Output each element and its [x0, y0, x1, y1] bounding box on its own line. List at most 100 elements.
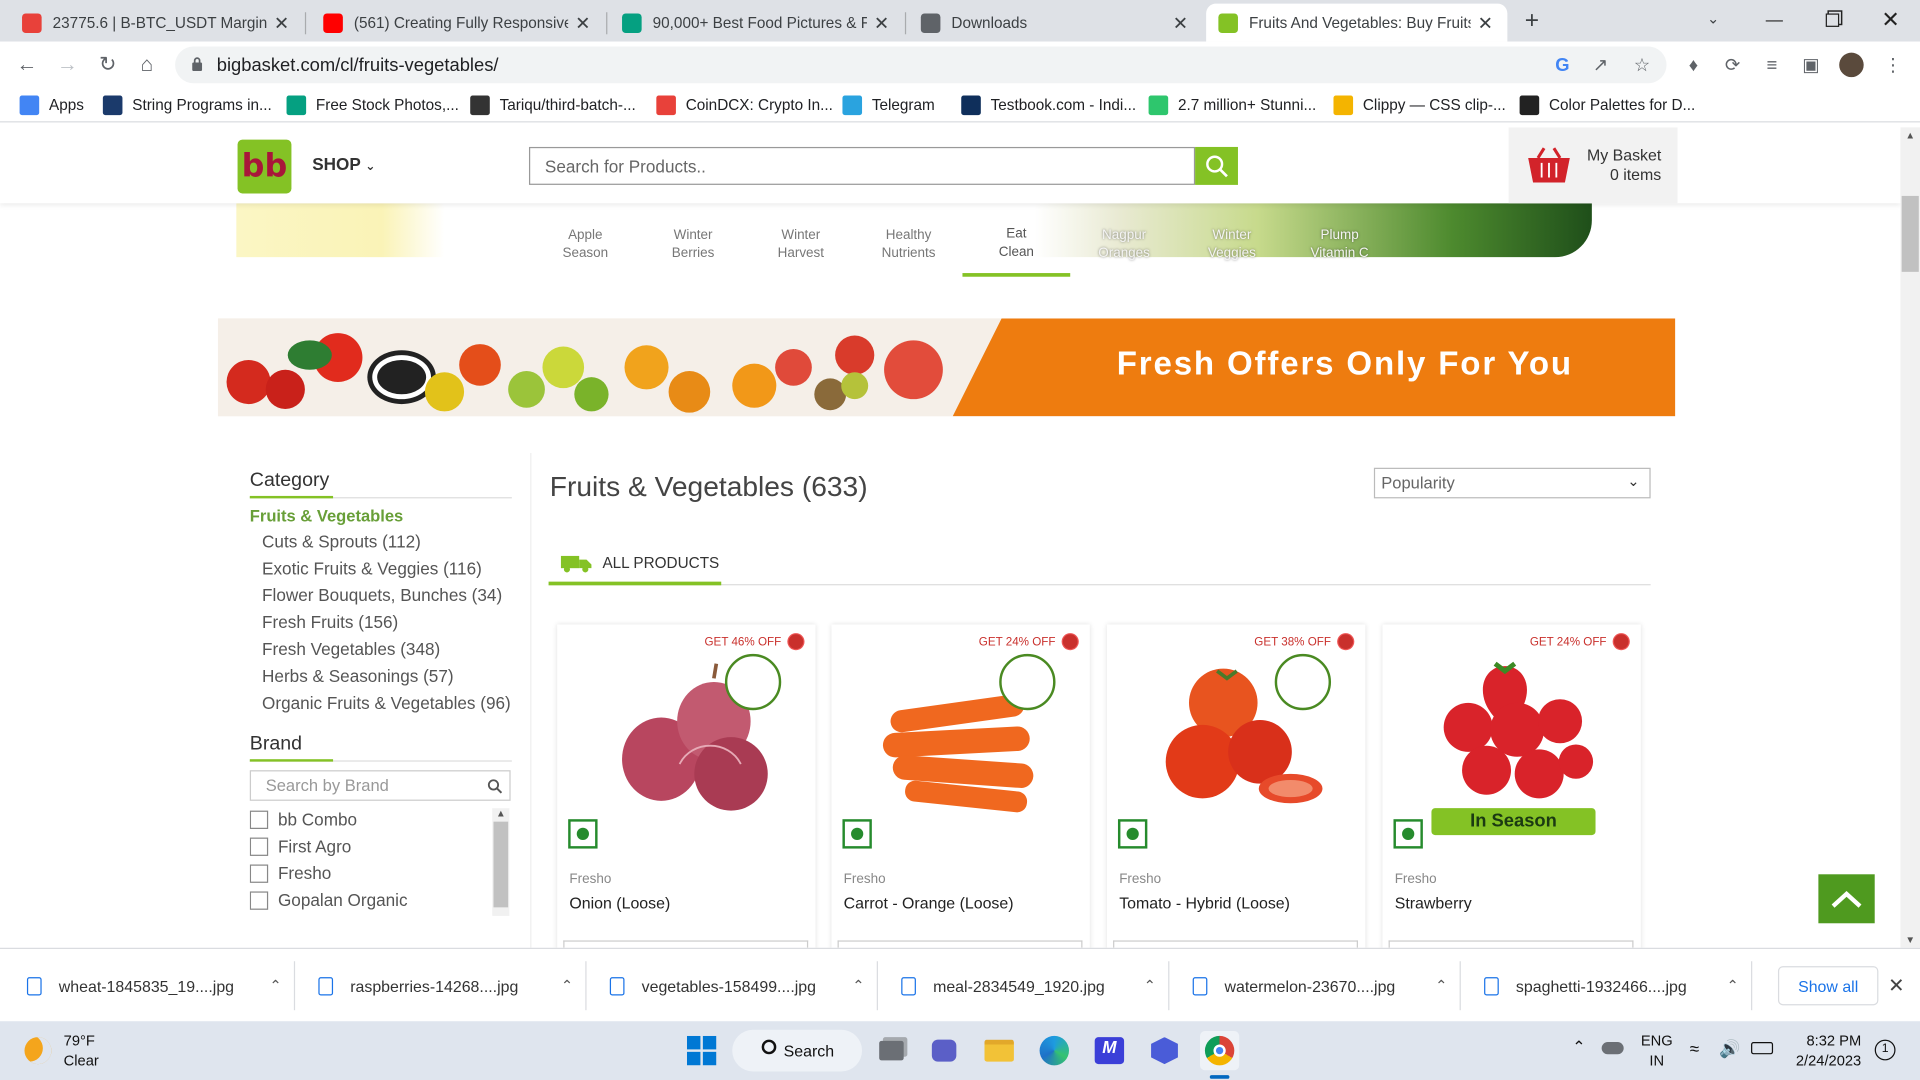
category-item[interactable]: Fresh Vegetables (348) — [262, 636, 512, 663]
product-name[interactable]: Carrot - Orange (Loose) — [844, 894, 1014, 912]
search-button[interactable] — [1195, 146, 1238, 185]
product-card[interactable]: GET 46% OFF Fresho Onion (Loose) — [557, 624, 816, 948]
subnav-item[interactable]: Apple Season — [531, 213, 639, 277]
tab-search-icon[interactable]: ⌄ — [1707, 10, 1719, 27]
subnav-item[interactable]: Plump Vitamin C — [1286, 213, 1394, 277]
my-basket-button[interactable]: My Basket 0 items — [1508, 127, 1678, 204]
chevron-up-icon[interactable]: ⌃ — [1727, 977, 1739, 994]
bookmark-item[interactable]: Testbook.com - Indi... — [961, 93, 1136, 117]
browser-tab[interactable]: 23775.6 | B-BTC_USDT Margined ✕ — [10, 4, 304, 42]
bookmark-item[interactable]: Free Stock Photos,... — [286, 93, 459, 117]
home-icon[interactable]: ⌂ — [129, 47, 166, 84]
chevron-up-icon[interactable]: ⌃ — [1435, 977, 1447, 994]
language-indicator[interactable]: ENG IN — [1641, 1031, 1673, 1070]
close-window-button[interactable]: ✕ — [1862, 0, 1918, 39]
back-icon[interactable]: ← — [9, 47, 46, 84]
subnav-item[interactable]: Winter Berries — [639, 213, 747, 277]
brand-filter-row[interactable]: Gopalan Organic — [249, 887, 512, 914]
download-item[interactable]: vegetables-158499....jpg ⌃ — [609, 949, 865, 1022]
minimize-button[interactable]: — — [1746, 0, 1802, 39]
category-item[interactable]: Herbs & Seasonings (57) — [262, 662, 512, 689]
bigbasket-logo[interactable]: bb — [237, 139, 292, 194]
download-item[interactable]: watermelon-23670....jpg ⌃ — [1192, 949, 1447, 1022]
chevron-up-icon[interactable]: ⌃ — [852, 977, 864, 994]
bookmark-item[interactable]: CoinDCX: Crypto In... — [656, 93, 833, 117]
reload-icon[interactable]: ↻ — [89, 47, 126, 84]
category-item[interactable]: Exotic Fruits & Veggies (116) — [262, 555, 512, 582]
download-item[interactable]: wheat-1845835_19....jpg ⌃ — [26, 949, 282, 1022]
brand-filter-row[interactable]: First Agro — [249, 833, 512, 860]
subnav-item[interactable]: Healthy Nutrients — [855, 213, 963, 277]
bookmark-item[interactable]: Clippy — CSS clip-... — [1333, 93, 1506, 117]
shop-menu-button[interactable]: SHOP ⌄ — [312, 154, 375, 174]
bookmark-item[interactable]: Telegram — [842, 93, 935, 117]
download-item[interactable]: spaghetti-1932466....jpg ⌃ — [1484, 949, 1739, 1022]
product-name[interactable]: Onion (Loose) — [569, 894, 670, 912]
volume-icon[interactable]: 🔊 — [1719, 1038, 1740, 1059]
show-hidden-icons[interactable]: ⌃ — [1572, 1037, 1585, 1057]
show-all-downloads-button[interactable]: Show all — [1777, 966, 1879, 1006]
menu-kebab-icon[interactable]: ⋮ — [1880, 51, 1907, 78]
sync-icon[interactable]: ⟳ — [1719, 51, 1746, 78]
bookmark-item[interactable]: String Programs in... — [102, 93, 272, 117]
subnav-item[interactable]: Eat Clean — [962, 213, 1071, 277]
close-tab-icon[interactable]: ✕ — [573, 12, 593, 34]
address-bar[interactable]: bigbasket.com/cl/fruits-vegetables/ G ↗ … — [175, 46, 1667, 84]
battery-icon[interactable] — [1751, 1042, 1774, 1055]
app-hexagon-icon[interactable] — [1145, 1031, 1184, 1070]
category-item[interactable]: Flower Bouquets, Bunches (34) — [262, 582, 512, 609]
brand-checkbox[interactable] — [249, 890, 269, 910]
brand-checkbox[interactable] — [249, 863, 269, 883]
page-scrollbar[interactable]: ▲ ▼ — [1900, 127, 1920, 948]
browser-tab[interactable]: (561) Creating Fully Responsive W ✕ — [311, 4, 605, 42]
product-card[interactable]: GET 24% OFF In Season Fresho Strawberry — [1382, 624, 1641, 948]
quantity-selector[interactable] — [1113, 940, 1358, 948]
reading-list-icon[interactable]: ≡ — [1758, 51, 1785, 78]
close-tab-icon[interactable]: ✕ — [872, 12, 892, 34]
clock[interactable]: 8:32 PM 2/24/2023 — [1788, 1031, 1861, 1070]
quantity-selector[interactable] — [837, 940, 1083, 948]
chevron-up-icon[interactable]: ⌃ — [269, 977, 281, 994]
bookmark-item[interactable]: Apps — [19, 93, 84, 117]
browser-tab[interactable]: Fruits And Vegetables: Buy Fruits ✕ — [1206, 3, 1508, 42]
strawberry-image[interactable] — [1419, 654, 1603, 821]
bookmark-star-icon[interactable]: ☆ — [1629, 51, 1656, 78]
category-item[interactable]: Fresh Fruits (156) — [262, 609, 512, 636]
notification-badge[interactable]: 1 — [1874, 1039, 1896, 1061]
chevron-up-icon[interactable]: ⌃ — [1144, 977, 1156, 994]
quantity-selector[interactable] — [563, 940, 809, 948]
bookmark-item[interactable]: 2.7 million+ Stunni... — [1148, 93, 1316, 117]
download-item[interactable]: meal-2834549_1920.jpg ⌃ — [901, 949, 1156, 1022]
brand-list-scrollbar[interactable]: ▲ — [492, 808, 510, 916]
wifi-icon[interactable]: ≈ — [1690, 1038, 1699, 1058]
chrome-icon[interactable] — [1200, 1031, 1240, 1071]
tab-all-products[interactable]: ALL PRODUCTS — [548, 544, 722, 586]
sort-select[interactable]: Popularity ⌄ — [1373, 467, 1651, 499]
brand-filter-row[interactable]: bb Combo — [249, 806, 512, 833]
restore-button[interactable] — [1804, 0, 1860, 39]
chevron-up-icon[interactable]: ⌃ — [561, 977, 573, 994]
close-tab-icon[interactable]: ✕ — [1171, 12, 1191, 34]
product-name[interactable]: Strawberry — [1395, 894, 1472, 912]
extensions-icon[interactable]: ♦ — [1680, 51, 1707, 78]
brand-search-input[interactable]: Search by Brand — [249, 770, 511, 801]
quantity-selector[interactable] — [1388, 940, 1634, 948]
edge-browser-icon[interactable] — [1035, 1031, 1074, 1070]
product-search-input[interactable]: Search for Products.. — [528, 146, 1196, 185]
onedrive-icon[interactable] — [1601, 1042, 1624, 1055]
browser-tab[interactable]: 90,000+ Best Food Pictures & Fre ✕ — [610, 4, 904, 42]
subnav-item[interactable]: Nagpur Oranges — [1070, 213, 1178, 277]
scroll-to-top-button[interactable] — [1818, 874, 1875, 924]
brand-checkbox[interactable] — [249, 836, 269, 856]
category-fruits-vegetables[interactable]: Fruits & Vegetables — [250, 507, 512, 525]
profile-avatar[interactable] — [1838, 51, 1865, 78]
new-tab-button[interactable]: + — [1515, 6, 1549, 35]
weather-widget[interactable]: 79°F Clear — [24, 1031, 99, 1070]
product-name[interactable]: Tomato - Hybrid (Loose) — [1119, 894, 1290, 912]
close-tab-icon[interactable]: ✕ — [1476, 12, 1496, 34]
taskbar-search[interactable]: Search — [732, 1029, 863, 1072]
side-panel-icon[interactable]: ▣ — [1798, 51, 1825, 78]
category-item[interactable]: Cuts & Sprouts (112) — [262, 528, 512, 555]
download-item[interactable]: raspberries-14268....jpg ⌃ — [318, 949, 573, 1022]
category-item[interactable]: Organic Fruits & Vegetables (96) — [262, 689, 512, 716]
